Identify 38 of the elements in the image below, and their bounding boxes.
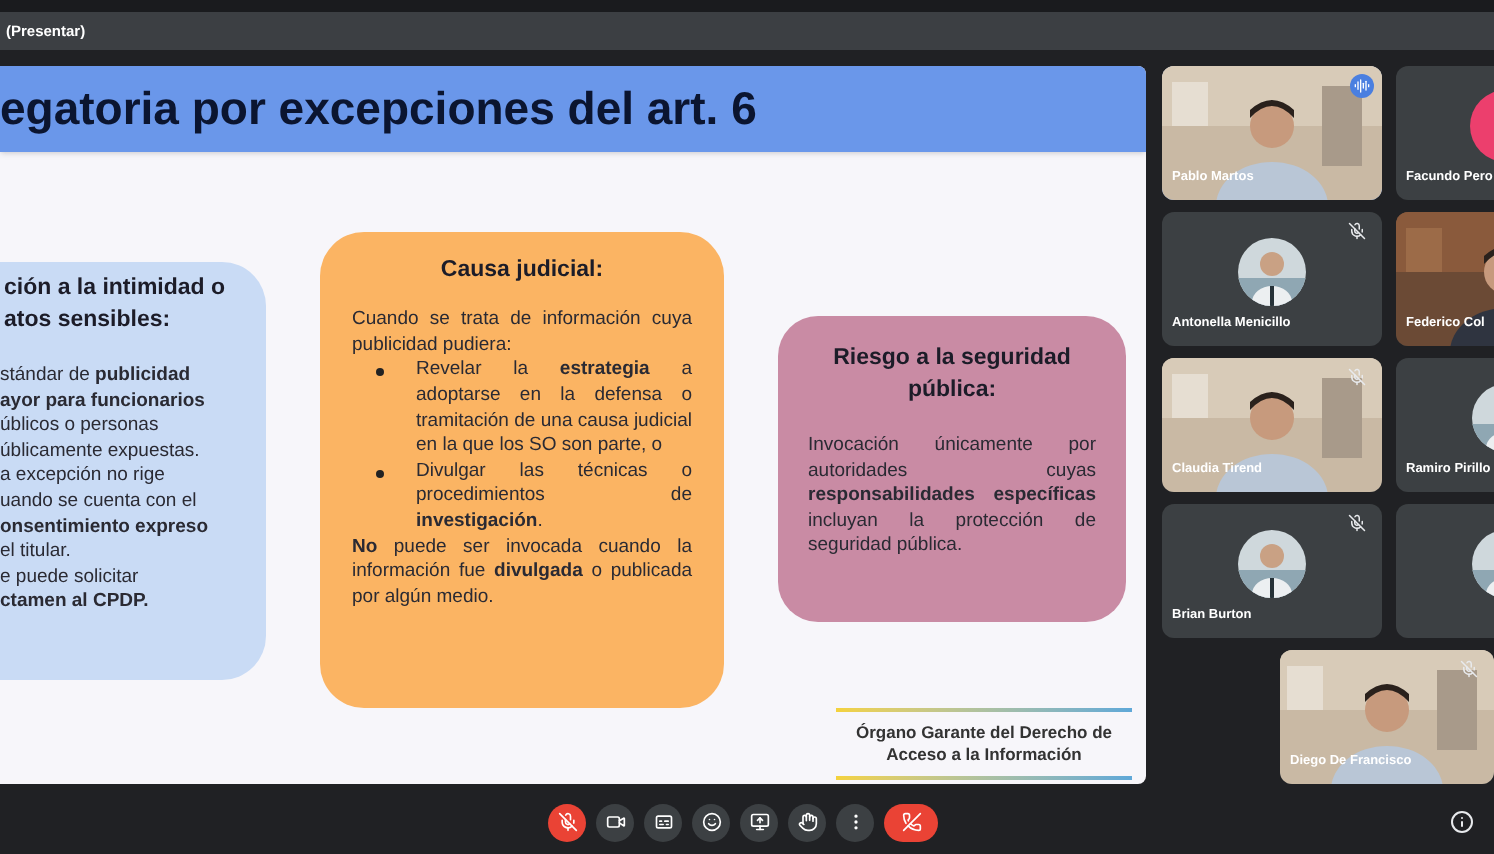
card-text-line: úblicos o personas	[0, 414, 161, 440]
card-text-line: onsentimiento expreso	[0, 515, 210, 541]
present-icon	[749, 812, 769, 832]
captions-icon	[653, 812, 673, 832]
card-text-line: e puede solicitar	[0, 565, 141, 591]
card-text: Revelar la estrategia a adoptarse en la defensa o tramitación de una causa judicial en la que los SO son parte, o	[416, 358, 692, 460]
card-text-line: a excepción no rige	[0, 464, 167, 490]
hand-button[interactable]	[788, 803, 826, 841]
emoji-button[interactable]	[692, 803, 730, 841]
card-text-line: stándar de publicidad	[0, 364, 193, 390]
mic-button[interactable]	[548, 803, 586, 841]
card-text-line: ayor para funcionarios	[0, 389, 207, 415]
card-text: Invocación únicamente por autoridades cuyas responsabilidades específicas incluyan la protección de seguridad pública.	[808, 434, 1096, 560]
hangup-button[interactable]	[884, 803, 938, 841]
card-text: Divulgar las técnicas o procedimientos de investigación.	[416, 459, 692, 536]
card-text-line: úblicamente expuestas.	[0, 439, 202, 465]
organization-name: Órgano Garante del Derecho de Acceso a la Información	[853, 722, 1114, 766]
card-title: Causa judicial:	[438, 256, 606, 286]
card-title: Riesgo a la seguridad pública:	[831, 344, 1073, 406]
card-title: ción a la intimidad o	[2, 274, 228, 304]
mic-off-icon	[557, 812, 577, 832]
camera-button[interactable]	[596, 803, 634, 841]
card-text-line: el titular.	[0, 540, 73, 566]
card-text: Cuando se trata de información cuya publicidad pudiera:	[352, 308, 692, 359]
phone-icon	[901, 812, 921, 832]
info-button[interactable]	[1446, 806, 1478, 838]
camera-icon	[605, 812, 625, 832]
hand-icon	[797, 812, 817, 832]
card-text-line: uando se cuenta con el	[0, 489, 199, 516]
captions-button[interactable]	[644, 803, 682, 841]
emoji-icon	[701, 812, 721, 832]
card-text-line: ctamen al CPDP.	[0, 590, 151, 616]
info-icon	[1450, 810, 1474, 834]
slide-title: egatoria por excepciones del art. 6	[0, 80, 757, 139]
card-title: atos sensibles:	[2, 306, 173, 336]
more-button[interactable]	[836, 803, 874, 841]
present-button[interactable]	[740, 803, 778, 841]
card-text: No puede ser invocada cuando la información fue divulgada o publicada por algún medio.	[352, 535, 692, 611]
